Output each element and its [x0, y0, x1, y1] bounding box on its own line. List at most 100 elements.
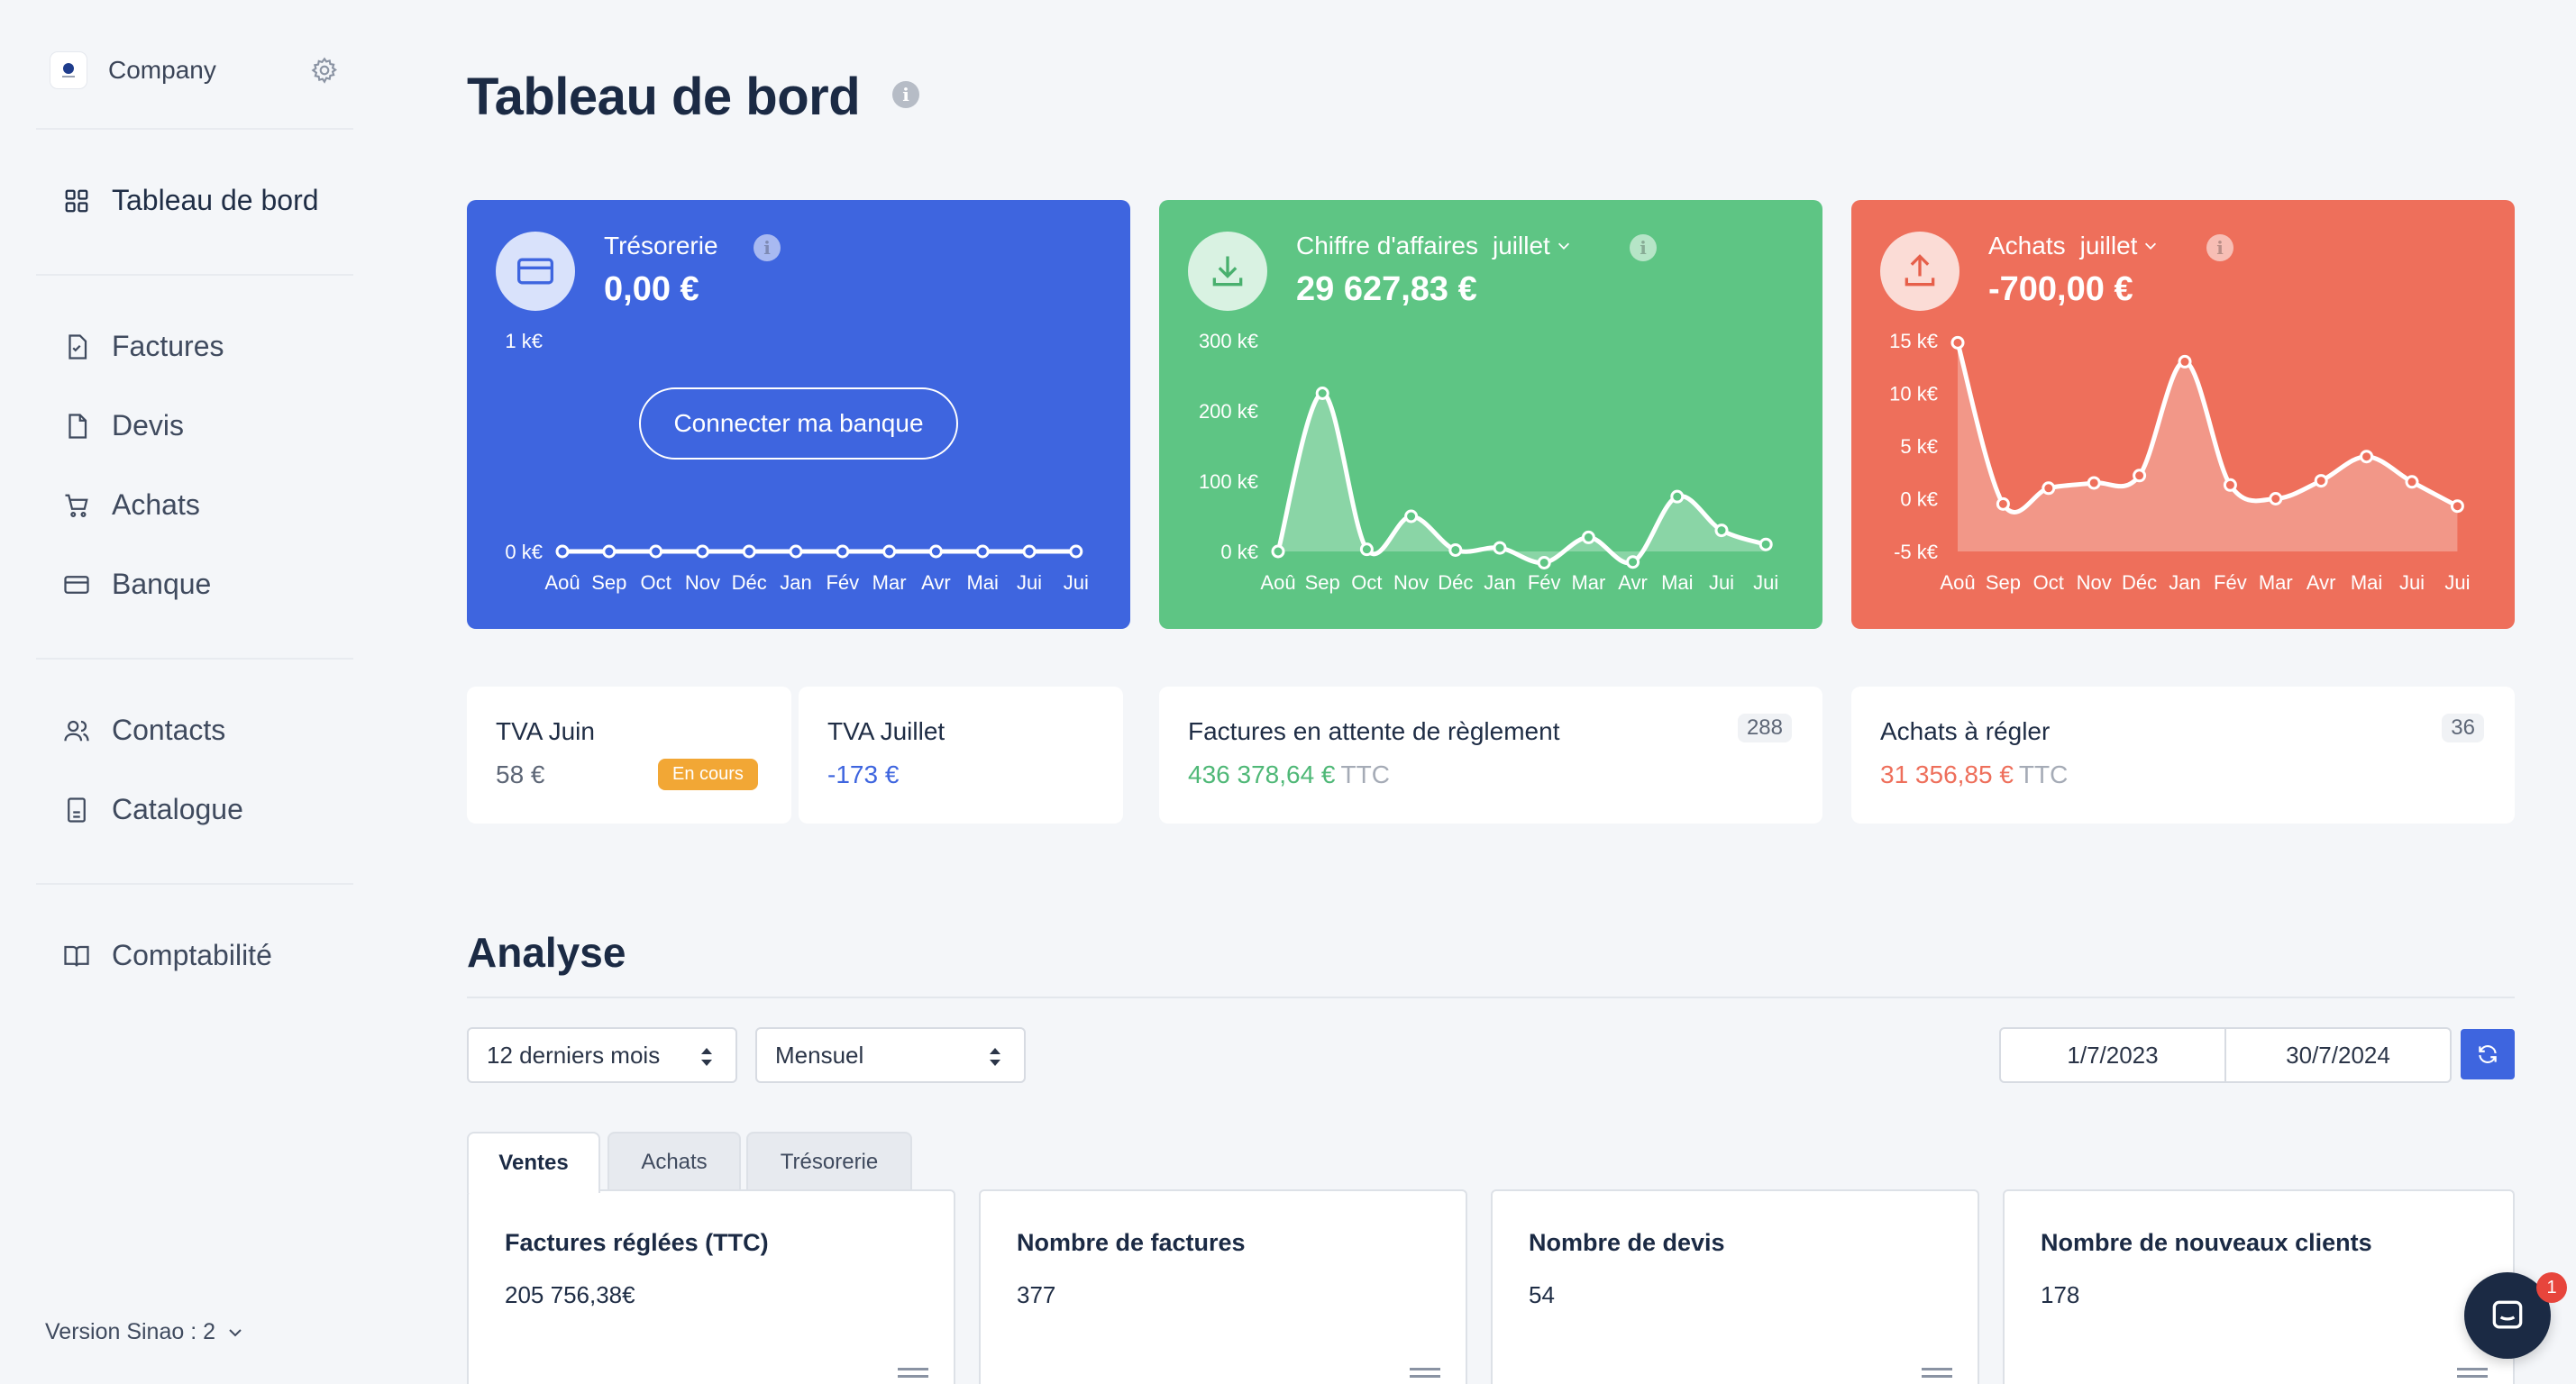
data-point	[1448, 542, 1463, 557]
kpi-card: Factures réglées (TTC) 205 756,38€	[467, 1189, 955, 1384]
card-icon	[64, 575, 89, 594]
x-tick-label: Jan	[780, 571, 811, 594]
x-tick-label: Fév	[826, 571, 859, 594]
catalog-icon	[68, 797, 86, 823]
tva-july-card[interactable]: TVA Juillet -173 €	[799, 687, 1123, 824]
x-tick-label: Mar	[872, 571, 907, 594]
chevron-down-icon	[229, 1328, 242, 1336]
company-logo	[50, 52, 87, 88]
x-tick-label: Mai	[966, 571, 998, 594]
data-point	[695, 544, 709, 559]
tab-treasury[interactable]: Trésorerie	[746, 1132, 912, 1191]
x-tick-label: Aoû	[544, 571, 580, 594]
data-point	[2360, 450, 2374, 464]
nav-dashboard[interactable]: Tableau de bord	[63, 184, 319, 217]
nav-label: Comptabilité	[112, 939, 272, 971]
kpi-card: Nombre de factures 377	[979, 1189, 1467, 1384]
x-tick-label: Jui	[2399, 571, 2425, 594]
revenue-chart: 300 k€ 200 k€ 100 k€ 0 k€Aoû Sep Oct Nov Déc Jan…	[1199, 330, 1778, 594]
kpi-value: 205 756,38€	[505, 1281, 635, 1308]
nav-catalog[interactable]: Catalogue	[63, 793, 243, 826]
y-tick-label: 100 k€	[1199, 470, 1258, 493]
to-pay-card[interactable]: Achats à régler 36 31 356,85 € TTC	[1851, 687, 2515, 824]
nav-purchases[interactable]: Achats	[63, 488, 200, 522]
kpi-title: Nombre de factures	[1017, 1229, 1246, 1256]
page-title: Tableau de bord	[467, 68, 861, 126]
y-tick-label: 15 k€	[1889, 330, 1938, 352]
tab-sales[interactable]: Ventes	[467, 1132, 600, 1193]
nav-bank[interactable]: Banque	[63, 568, 211, 601]
x-tick-label: Mar	[1571, 571, 1605, 594]
tva-july-title: TVA Juillet	[827, 717, 945, 745]
x-tick-label: Aoû	[1260, 571, 1295, 594]
data-point	[1714, 524, 1729, 538]
data-point	[928, 544, 943, 559]
info-icon[interactable]: i	[892, 81, 919, 108]
nav-contacts[interactable]: Contacts	[63, 714, 225, 747]
kpi-value: 178	[2041, 1281, 2080, 1308]
data-point	[2314, 474, 2328, 488]
data-point	[742, 544, 756, 559]
x-tick-label: Déc	[732, 571, 767, 594]
x-tick-label: Mar	[2259, 571, 2293, 594]
y-tick-label: 200 k€	[1199, 400, 1258, 423]
tab-purchases[interactable]: Achats	[607, 1132, 741, 1191]
x-tick-label: Oct	[640, 571, 671, 594]
to-pay-amount: 31 356,85 € TTC	[1880, 760, 2068, 789]
x-tick-label: Jui	[1064, 571, 1089, 594]
series-area	[1958, 342, 2458, 551]
y-tick-label: 5 k€	[1900, 435, 1938, 458]
kpi-value: 54	[1529, 1281, 1555, 1308]
x-tick-label: Nov	[2077, 571, 2112, 594]
divider	[467, 997, 2515, 998]
refresh-button[interactable]	[2461, 1029, 2515, 1079]
date-to-input[interactable]: 30/7/2024	[2224, 1027, 2452, 1083]
document-icon	[69, 413, 87, 439]
kpi-title: Factures réglées (TTC)	[505, 1229, 769, 1256]
data-point	[1493, 541, 1507, 555]
granularity-select[interactable]: Mensuel	[755, 1027, 1026, 1083]
x-tick-label: Oct	[2033, 571, 2064, 594]
data-point	[1626, 555, 1640, 569]
data-point	[2042, 481, 2056, 496]
data-point	[1271, 544, 1285, 559]
gear-icon[interactable]	[310, 56, 339, 85]
date-from-input[interactable]: 1/7/2023	[1999, 1027, 2226, 1083]
cart-icon	[65, 494, 88, 517]
data-point	[789, 544, 803, 559]
data-point	[2223, 478, 2237, 492]
chat-icon	[2492, 1300, 2523, 1329]
menu-icon[interactable]	[2457, 1368, 2488, 1384]
x-tick-label: Avr	[1618, 571, 1648, 594]
y-tick-label: 1 k€	[505, 330, 543, 352]
data-point	[1581, 530, 1595, 544]
nav-label: Factures	[112, 330, 224, 362]
data-point	[1670, 489, 1685, 504]
menu-icon[interactable]	[1922, 1368, 1952, 1384]
company-switcher[interactable]: Company	[50, 52, 339, 88]
nav-quotes[interactable]: Devis	[63, 409, 184, 442]
kpi-title: Nombre de nouveaux clients	[2041, 1229, 2372, 1256]
divider	[36, 128, 353, 130]
nav-label: Achats	[112, 488, 200, 521]
data-point	[1069, 544, 1083, 559]
sort-arrows-icon	[701, 1048, 712, 1066]
connect-bank-button[interactable]: Connecter ma banque	[639, 387, 958, 460]
nav-invoices[interactable]: Factures	[63, 330, 224, 363]
menu-icon[interactable]	[898, 1368, 928, 1384]
count-badge: 288	[1737, 714, 1792, 742]
data-point	[1996, 496, 2010, 511]
divider	[36, 658, 353, 660]
grid-icon	[65, 189, 88, 212]
period-select[interactable]: 12 derniers mois	[467, 1027, 737, 1083]
amount-suffix: TTC	[2018, 760, 2069, 788]
data-point	[1758, 537, 1773, 551]
tva-june-card[interactable]: TVA Juin 58 € En cours	[467, 687, 791, 824]
pending-invoices-card[interactable]: Factures en attente de règlement 288 436…	[1159, 687, 1822, 824]
x-tick-label: Nov	[685, 571, 720, 594]
version-selector[interactable]: Version Sinao : 2	[45, 1319, 244, 1345]
menu-icon[interactable]	[1410, 1368, 1440, 1384]
x-tick-label: Jan	[2169, 571, 2200, 594]
nav-accounting[interactable]: Comptabilité	[63, 939, 272, 972]
kpi-title: Nombre de devis	[1529, 1229, 1725, 1256]
